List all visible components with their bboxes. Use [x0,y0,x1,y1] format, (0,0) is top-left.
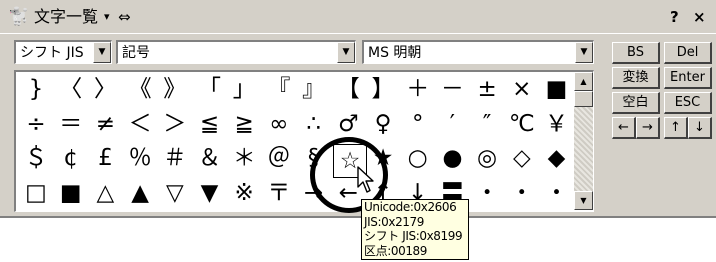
left-arrow-key[interactable]: ← [612,117,636,139]
tooltip-jis: JIS:0x2179 [364,214,425,229]
character-cell[interactable]: ・ [539,176,575,210]
toggle-size-icon[interactable]: ⇔ [118,7,131,27]
category-value: 記号 [122,45,150,61]
character-cell[interactable]: ¢ [53,141,89,175]
category-select[interactable]: 記号 ▼ [116,40,356,64]
character-cell[interactable]: ％ [122,141,158,175]
character-cell[interactable]: ＠ [261,141,297,175]
character-cell[interactable]: ＋ [400,72,436,106]
character-cell[interactable]: ÷ [18,107,54,141]
character-cell[interactable]: ￥ [539,107,575,141]
character-cell[interactable]: ＞ [157,107,193,141]
character-cell[interactable]: ▼ [192,176,228,210]
encoding-dropdown-arrow-icon[interactable]: ▼ [93,42,111,63]
character-cell[interactable]: ＃ [157,141,193,175]
character-cell[interactable]: △ [87,176,123,210]
space-key[interactable]: 空白 [612,92,660,114]
character-cell[interactable]: ± [469,72,505,106]
character-cell[interactable]: 【 [330,72,366,106]
character-cell[interactable]: ＊ [226,141,262,175]
bs-key[interactable]: BS [612,42,660,64]
henkan-key[interactable]: 変換 [612,67,660,89]
character-cell[interactable]: ● [434,141,470,175]
font-value: MS 明朝 [368,45,422,61]
character-cell[interactable]: ▲ [122,176,158,210]
help-button[interactable]: ? [670,7,679,27]
character-cell[interactable]: ≧ [226,107,262,141]
character-cell[interactable]: ≠ [87,107,123,141]
up-arrow-key[interactable]: ↑ [664,117,688,139]
character-cell[interactable]: ∴ [296,107,332,141]
title-menu-arrow-icon[interactable]: ▾ [104,9,110,25]
close-button[interactable]: × [693,7,706,27]
scroll-up-button[interactable]: ▲ [574,72,593,91]
character-cell[interactable]: } [18,72,54,106]
character-cell[interactable]: ◇ [504,141,540,175]
scroll-thumb[interactable] [574,91,593,107]
character-cell[interactable]: 《 [122,72,158,106]
app-icon: 🐩 [8,7,30,27]
character-cell[interactable]: ♀ [365,107,401,141]
grid-scrollbar[interactable]: ▲ ▼ [574,72,593,210]
character-cell[interactable]: ＝ [53,107,89,141]
character-cell[interactable]: ′ [434,107,470,141]
character-cell[interactable]: ■ [539,72,575,106]
character-cell[interactable]: 》 [157,72,193,106]
character-cell[interactable]: 〈 [53,72,89,106]
character-cell[interactable]: ♂ [330,107,366,141]
character-cell[interactable]: ＄ [18,141,54,175]
character-cell[interactable]: 『 [261,72,297,106]
character-cell[interactable]: ＆ [192,141,228,175]
character-cell[interactable]: £ [87,141,123,175]
character-cells[interactable]: } 〈〉《》「」『』【】＋－ ± × ■ ÷ ＝ ≠ ＜＞ ≦ ≧ ∞ ∴ ♂ ♀ ° ′ ″ ℃ ￥ ＄ ¢ £ ％＃＆＊＠… [16,72,572,210]
esc-key[interactable]: ESC [664,92,712,114]
character-cell[interactable]: 〉 [87,72,123,106]
del-key[interactable]: Del [664,42,712,64]
character-cell[interactable]: ◎ [469,141,505,175]
character-cell[interactable]: ° [400,107,436,141]
tooltip-unicode: Unicode:0x2606 [364,200,457,214]
enter-key[interactable]: Enter [664,67,712,89]
character-cell[interactable]: 】 [365,72,401,106]
character-cell[interactable]: 」 [226,72,262,106]
character-cell[interactable]: ∞ [261,107,297,141]
down-arrow-key[interactable]: ↓ [688,117,712,139]
font-select[interactable]: MS 明朝 ▼ [362,40,594,64]
character-cell[interactable]: ℃ [504,107,540,141]
character-cell[interactable]: 』 [296,72,332,106]
scroll-down-button[interactable]: ▼ [574,191,593,210]
character-cell[interactable]: ○ [400,141,436,175]
character-cell[interactable]: ▽ [157,176,193,210]
tooltip-shift-jis: シフト JIS:0x8199 [364,229,463,243]
tooltip-kuten: 区点:00189 [364,243,428,258]
character-cell[interactable]: ＜ [122,107,158,141]
character-cell[interactable]: － [434,72,470,106]
character-tooltip: Unicode:0x2606 JIS:0x2179 シフト JIS:0x8199… [361,199,469,260]
character-cell[interactable]: ・ [504,176,540,210]
encoding-select[interactable]: シフト JIS ▼ [14,40,112,64]
character-grid[interactable]: } 〈〉《》「」『』【】＋－ ± × ■ ÷ ＝ ≠ ＜＞ ≦ ≧ ∞ ∴ ♂ ♀ ° ′ ″ ℃ ￥ ＄ ¢ £ ％＃＆＊＠… [14,70,594,212]
right-arrow-key[interactable]: → [636,117,660,139]
character-cell[interactable]: □ [18,176,54,210]
font-dropdown-arrow-icon[interactable]: ▼ [575,42,593,63]
encoding-value: シフト JIS [20,45,84,61]
character-cell[interactable]: ・ [469,176,505,210]
character-cell[interactable]: ″ [469,107,505,141]
character-cell[interactable]: 「 [192,72,228,106]
character-cell[interactable]: ■ [53,176,89,210]
character-cell[interactable]: ◆ [539,141,575,175]
character-cell[interactable]: ≦ [192,107,228,141]
character-cell[interactable]: 〒 [261,176,297,210]
mouse-pointer-icon [357,166,374,193]
title-bar[interactable]: 🐩 文字一覧 ▾ ⇔ ? × [0,0,716,34]
character-cell[interactable]: ※ [226,176,262,210]
window-title: 文字一覧 [34,7,99,26]
character-cell[interactable]: × [504,72,540,106]
category-dropdown-arrow-icon[interactable]: ▼ [337,42,355,63]
